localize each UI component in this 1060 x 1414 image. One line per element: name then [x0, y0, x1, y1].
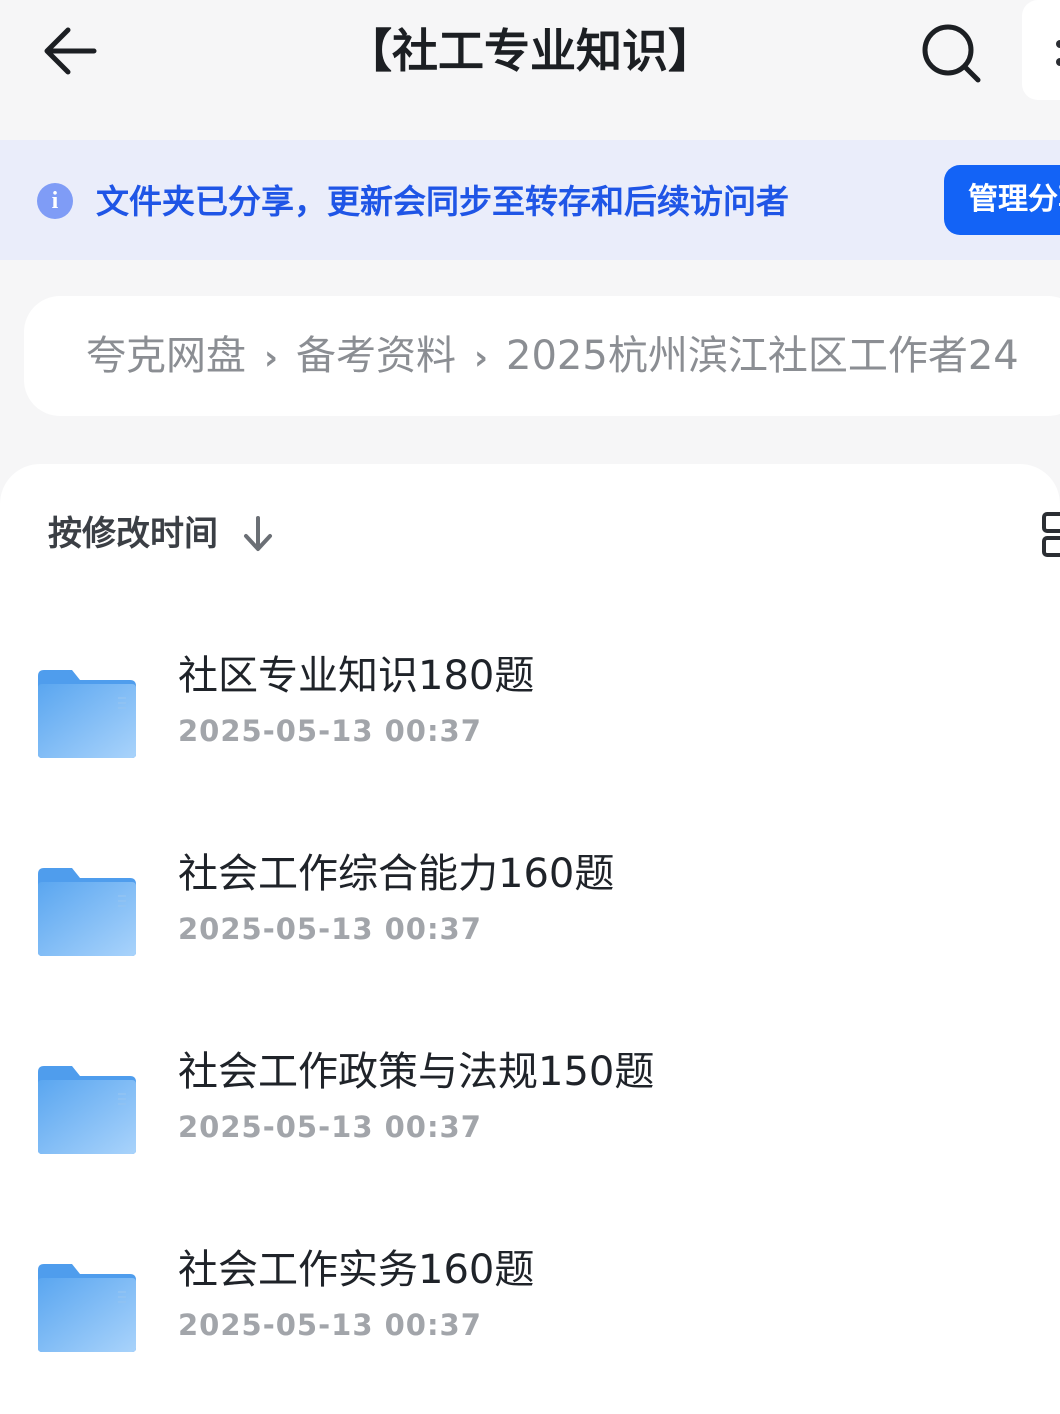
sort-button[interactable]: 按修改时间	[48, 512, 275, 556]
file-list-panel: 按修改时间 社区专业知识180题 2025-05-13 00:37 社会工作综合…	[0, 464, 1060, 1414]
file-name: 社会工作综合能力160题	[178, 851, 615, 897]
more-vertical-icon	[1056, 40, 1060, 48]
list-item[interactable]: 社会工作实务160题 2025-05-13 00:37	[0, 1244, 1060, 1394]
breadcrumb-item-current[interactable]: 2025杭州滨江社区工作者24	[506, 333, 1019, 379]
top-bar: 【社工专业知识】	[0, 0, 1060, 140]
info-icon: i	[37, 183, 73, 219]
folder-icon	[38, 868, 136, 956]
share-notice-banner: i 文件夹已分享，更新会同步至转存和后续访问者	[0, 140, 1060, 260]
folder-icon	[38, 670, 136, 758]
grid-view-icon	[1042, 512, 1060, 557]
sort-label: 按修改时间	[48, 514, 218, 554]
chevron-right-icon: ›	[474, 338, 489, 378]
page-title: 【社工专业知识】	[346, 24, 714, 78]
search-button[interactable]	[918, 18, 984, 84]
view-toggle-button[interactable]	[1040, 510, 1060, 558]
more-vertical-icon-dot	[1056, 58, 1060, 66]
more-button[interactable]	[1022, 0, 1060, 100]
share-notice-text: 文件夹已分享，更新会同步至转存和后续访问者	[96, 182, 789, 221]
arrow-down-icon	[244, 516, 273, 551]
file-modified-time: 2025-05-13 00:37	[178, 714, 482, 748]
list-item[interactable]: 社会工作政策与法规150题 2025-05-13 00:37	[0, 1046, 1060, 1196]
file-name: 社会工作实务160题	[178, 1247, 535, 1293]
folder-icon	[38, 1264, 136, 1352]
file-browser-screen: 【社工专业知识】 i 文件夹已分享，更新会同步至转存和后续访问者 管理分享 夸克…	[0, 0, 1060, 1414]
chevron-right-icon: ›	[264, 338, 279, 378]
breadcrumb-item-root[interactable]: 夸克网盘	[86, 333, 246, 379]
breadcrumb-trail: 夸克网盘 › 备考资料 › 2025杭州滨江社区工作者24	[86, 331, 1019, 383]
breadcrumb: 夸克网盘 › 备考资料 › 2025杭州滨江社区工作者24	[24, 296, 1060, 416]
folder-icon	[38, 1066, 136, 1154]
search-icon	[922, 24, 981, 83]
breadcrumb-item-parent[interactable]: 备考资料	[296, 333, 456, 379]
file-modified-time: 2025-05-13 00:37	[178, 912, 482, 946]
file-modified-time: 2025-05-13 00:37	[178, 1110, 482, 1144]
file-name: 社区专业知识180题	[178, 653, 535, 699]
list-item[interactable]: 社区专业知识180题 2025-05-13 00:37	[0, 650, 1060, 800]
file-modified-time: 2025-05-13 00:37	[178, 1308, 482, 1342]
list-item[interactable]: 社会工作综合能力160题 2025-05-13 00:37	[0, 848, 1060, 998]
manage-share-button[interactable]: 管理分享	[944, 165, 1060, 235]
file-name: 社会工作政策与法规150题	[178, 1049, 655, 1095]
